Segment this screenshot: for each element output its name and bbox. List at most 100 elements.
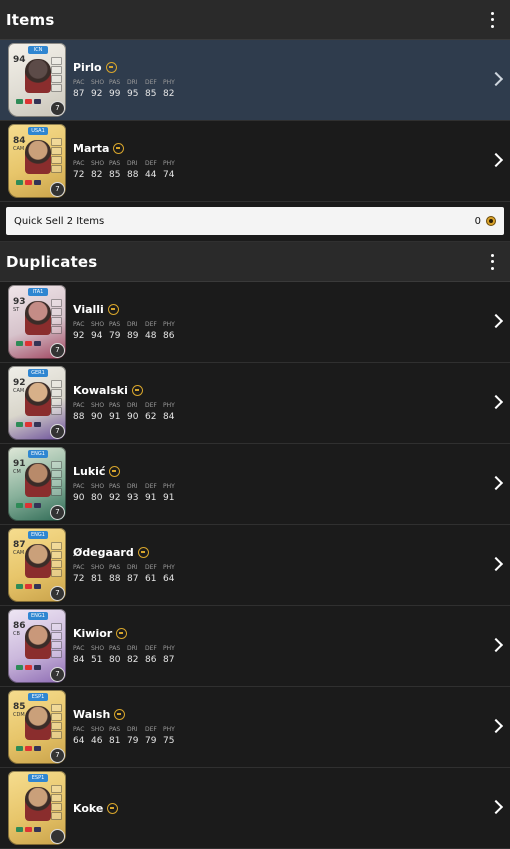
- stat-phy: PHY 91: [163, 483, 181, 503]
- stat-label: PHY: [163, 160, 175, 167]
- player-row[interactable]: ITA1 93 ST 7 Vialli PAC 92 SHO 94 PAS 79 DRI 89 DEF 48…: [0, 282, 510, 363]
- card-rating: 91: [13, 459, 26, 469]
- player-name-line: Lukić: [73, 465, 510, 478]
- player-row[interactable]: ESP1 Koke: [0, 768, 510, 849]
- stat-dri: DRI 93: [127, 483, 145, 503]
- stat-label: DRI: [127, 160, 138, 167]
- player-name-line: Kiwior: [73, 627, 510, 640]
- untradeable-coin-icon: [107, 304, 119, 315]
- card-league-tag: USA1: [28, 127, 48, 135]
- stat-value: 91: [145, 493, 157, 503]
- card-flags: [16, 746, 41, 751]
- player-name: Walsh: [73, 708, 111, 721]
- stat-dri: DRI 79: [127, 726, 145, 746]
- stat-value: 87: [163, 655, 175, 665]
- stat-label: DRI: [127, 726, 138, 733]
- chemistry-badge: 7: [50, 424, 65, 439]
- stat-def: DEF 85: [145, 79, 163, 99]
- card-position: CAM: [13, 388, 25, 394]
- stat-value: 84: [163, 412, 175, 422]
- stat-pac: PAC 88: [73, 402, 91, 422]
- card-league-tag: ENG1: [28, 612, 48, 620]
- player-card-image: ICN 94 7: [8, 43, 66, 117]
- player-stats: PAC 84 SHO 51 PAS 80 DRI 82 DEF 86 PHY 87: [73, 645, 510, 665]
- quick-sell-container: Quick Sell 2 Items 0: [0, 202, 510, 242]
- stat-label: SHO: [91, 483, 105, 490]
- player-row[interactable]: ENG1 86 CB 7 Kiwior PAC 84 SHO 51 PAS 80 DRI 82 DEF 86…: [0, 606, 510, 687]
- stat-label: PHY: [163, 402, 175, 409]
- player-portrait: [25, 59, 51, 93]
- player-row[interactable]: GER1 92 CAM 7 Kowalski PAC 88 SHO 90 PAS 91 DRI 90 DE…: [0, 363, 510, 444]
- card-position: CAM: [13, 550, 25, 556]
- stat-sho: SHO 46: [91, 726, 109, 746]
- chemistry-badge: 7: [50, 586, 65, 601]
- stat-label: DRI: [127, 483, 138, 490]
- items-kebab-menu-icon[interactable]: [484, 11, 500, 29]
- player-row[interactable]: ICN 94 7 Pirlo PAC 87 SHO 92 PAS 99 DRI 95 DEF 85 PHY 8…: [0, 40, 510, 121]
- chemistry-badge: 7: [50, 182, 65, 197]
- chemistry-badge: [50, 829, 65, 844]
- player-card-image: ENG1 87 CAM 7: [8, 528, 66, 602]
- stat-label: PAC: [73, 726, 85, 733]
- stat-label: PAC: [73, 564, 85, 571]
- stat-label: PHY: [163, 726, 175, 733]
- card-position: CB: [13, 631, 20, 637]
- stat-dri: DRI 82: [127, 645, 145, 665]
- player-stats: PAC 92 SHO 94 PAS 79 DRI 89 DEF 48 PHY 86: [73, 321, 510, 341]
- stat-value: 89: [127, 331, 139, 341]
- stat-value: 92: [73, 331, 85, 341]
- player-card-image: USA1 84 CAM 7: [8, 124, 66, 198]
- player-portrait: [25, 706, 51, 740]
- untradeable-coin-icon: [113, 143, 125, 154]
- quick-sell-label: Quick Sell 2 Items: [14, 215, 105, 227]
- stat-label: DEF: [145, 645, 157, 652]
- duplicates-kebab-menu-icon[interactable]: [484, 253, 500, 271]
- card-position-badges: [51, 542, 62, 577]
- items-list: ICN 94 7 Pirlo PAC 87 SHO 92 PAS 99 DRI 95 DEF 85 PHY 8…: [0, 40, 510, 202]
- player-row[interactable]: ESP1 85 CDM 7 Walsh PAC 64 SHO 46 PAS 81 DRI 79 DEF 79…: [0, 687, 510, 768]
- stat-dri: DRI 89: [127, 321, 145, 341]
- quick-sell-button[interactable]: Quick Sell 2 Items 0: [6, 207, 504, 235]
- stat-value: 81: [91, 574, 103, 584]
- stat-pac: PAC 72: [73, 564, 91, 584]
- stat-label: PAC: [73, 79, 85, 86]
- player-card-image: ESP1 85 CDM 7: [8, 690, 66, 764]
- player-name-line: Koke: [73, 802, 510, 815]
- player-portrait: [25, 544, 51, 578]
- duplicates-section-title: Duplicates: [6, 252, 98, 271]
- player-info: Kowalski PAC 88 SHO 90 PAS 91 DRI 90 DEF 62 PHY 84: [73, 384, 510, 422]
- stat-value: 87: [127, 574, 139, 584]
- chemistry-badge: 7: [50, 505, 65, 520]
- stat-sho: SHO 92: [91, 79, 109, 99]
- stat-pas: PAS 81: [109, 726, 127, 746]
- stat-value: 88: [127, 170, 139, 180]
- card-rating: 87: [13, 540, 26, 550]
- player-portrait: [25, 625, 51, 659]
- player-stats: PAC 88 SHO 90 PAS 91 DRI 90 DEF 62 PHY 84: [73, 402, 510, 422]
- stat-value: 92: [109, 493, 121, 503]
- card-flags: [16, 180, 41, 185]
- stat-value: 64: [73, 736, 85, 746]
- quick-sell-value-group: 0: [475, 216, 496, 227]
- player-row[interactable]: ENG1 91 CM 7 Lukić PAC 90 SHO 80 PAS 92 DRI 93 DEF 91 P…: [0, 444, 510, 525]
- stat-value: 75: [163, 736, 175, 746]
- player-info: Ødegaard PAC 72 SHO 81 PAS 88 DRI 87 DEF 61 PHY 64: [73, 546, 510, 584]
- stat-value: 84: [73, 655, 85, 665]
- player-card-image: ENG1 86 CB 7: [8, 609, 66, 683]
- stat-label: PAS: [109, 564, 121, 571]
- stat-label: SHO: [91, 645, 105, 652]
- stat-pas: PAS 91: [109, 402, 127, 422]
- card-flags: [16, 665, 41, 670]
- untradeable-coin-icon: [105, 62, 117, 73]
- card-position: CDM: [13, 712, 25, 718]
- stat-value: 79: [127, 736, 139, 746]
- stat-sho: SHO 81: [91, 564, 109, 584]
- player-row[interactable]: ENG1 87 CAM 7 Ødegaard PAC 72 SHO 81 PAS 88 DRI 87 DE…: [0, 525, 510, 606]
- player-portrait: [25, 787, 51, 821]
- card-position-badges: [51, 380, 62, 415]
- stat-sho: SHO 82: [91, 160, 109, 180]
- stat-pas: PAS 99: [109, 79, 127, 99]
- untradeable-coin-icon: [107, 802, 119, 814]
- card-rating: 94: [13, 55, 26, 65]
- player-row[interactable]: USA1 84 CAM 7 Marta PAC 72 SHO 82 PAS 85 DRI 88 DEF 44…: [0, 121, 510, 202]
